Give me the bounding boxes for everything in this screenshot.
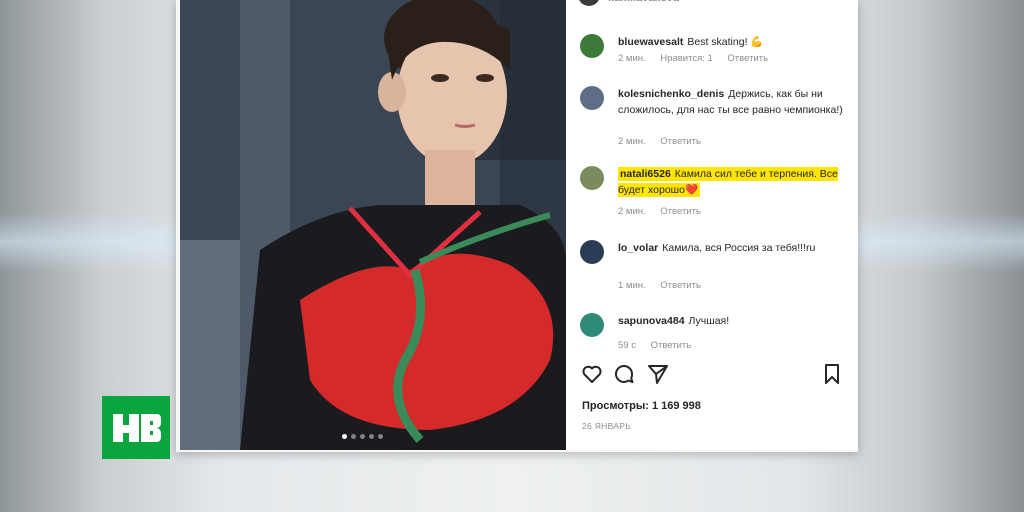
share-icon[interactable]: [646, 362, 670, 386]
comment-username[interactable]: bluewavesalt: [618, 36, 683, 48]
views-count: Просмотры: 1 169 998: [582, 400, 701, 412]
post-username[interactable]: kamilavalieva: [608, 0, 679, 4]
comment-time: 2 мин.: [618, 53, 646, 64]
comment-meta: 2 мин. Ответить: [618, 136, 713, 147]
post-header-cut: kamilavalieva: [578, 0, 698, 6]
avatar[interactable]: [580, 166, 604, 190]
reply-button[interactable]: Ответить: [651, 340, 692, 351]
comment-icon[interactable]: [612, 362, 636, 386]
comment-username[interactable]: natali6526: [620, 168, 671, 180]
avatar[interactable]: [578, 0, 600, 6]
carousel-dot[interactable]: [378, 434, 383, 439]
carousel-dot[interactable]: [369, 434, 374, 439]
comment-meta: 2 мин. Нравится: 1 Ответить: [618, 53, 780, 64]
post-date: 26 ЯНВАРЬ: [582, 421, 632, 431]
comment-text: Лучшая!: [688, 315, 730, 327]
carousel-dot[interactable]: [342, 434, 347, 439]
comment-username[interactable]: sapunova484: [618, 315, 685, 327]
carousel-dot[interactable]: [351, 434, 356, 439]
comment-meta: 2 мин. Ответить: [618, 206, 713, 217]
avatar[interactable]: [580, 86, 604, 110]
avatar[interactable]: [580, 240, 604, 264]
bookmark-icon[interactable]: [820, 362, 844, 386]
comment-time: 59 с: [618, 340, 636, 351]
ntv-logo-mark: [113, 413, 161, 442]
comment-time: 1 мин.: [618, 280, 646, 291]
reply-button[interactable]: Ответить: [660, 280, 701, 291]
skater-photo-illustration: [180, 0, 566, 450]
avatar[interactable]: [580, 313, 604, 337]
comment-time: 2 мин.: [618, 206, 646, 217]
carousel-dot[interactable]: [360, 434, 365, 439]
comments-panel: kamilavalieva bluewavesalt Best skating! …: [566, 0, 858, 450]
comment-meta: 1 мин. Ответить: [618, 280, 713, 291]
comment-meta: 59 с Ответить: [618, 340, 703, 351]
comment-text: Камила, вся Россия за тебя!!!ru: [662, 242, 816, 254]
heart-icon[interactable]: [580, 362, 604, 386]
post-photo: [180, 0, 566, 450]
comment-username[interactable]: lo_volar: [618, 242, 658, 254]
post-actions-bar: [580, 362, 848, 388]
carousel-dots[interactable]: [342, 434, 383, 439]
avatar[interactable]: [580, 34, 604, 58]
comment-likes[interactable]: Нравится: 1: [660, 53, 712, 64]
comment-username[interactable]: kolesnichenko_denis: [618, 88, 724, 100]
reply-button[interactable]: Ответить: [660, 136, 701, 147]
ntv-logo: [102, 396, 170, 459]
comment-time: 2 мин.: [618, 136, 646, 147]
comment-highlight: natali6526 Камила сил тебе и терпения. Вс…: [618, 167, 838, 197]
comment-text: Best skating! 💪: [687, 36, 764, 48]
reply-button[interactable]: Ответить: [660, 206, 701, 217]
reply-button[interactable]: Ответить: [727, 53, 768, 64]
